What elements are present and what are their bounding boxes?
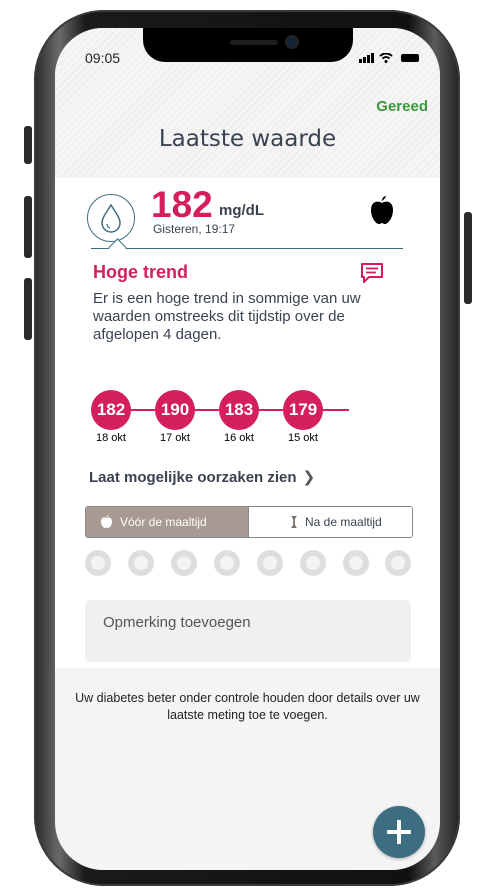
show-causes-link[interactable]: Laat mogelijke oorzaken zien ❯ [89,468,315,486]
show-causes-label: Laat mogelijke oorzaken zien [89,469,297,486]
trend-date-3: 16 okt [224,432,254,444]
info-text: Uw diabetes beter onder controle houden … [75,691,420,722]
note-field[interactable]: Opmerking toevoegen [85,600,411,662]
trend-value-2: 190 [155,390,195,430]
activity-icon[interactable] [85,550,111,576]
trend-value-4: 179 [283,390,323,430]
signal-icon [359,52,374,63]
glucose-value: 182 [151,184,213,225]
meal-toggle: Vóór de maaltijd Na de maaltijd [85,506,413,538]
divider [91,248,403,249]
before-meal-label: Vóór de maaltijd [120,515,207,529]
notch [143,28,353,62]
page-title: Laatste waarde [158,126,337,152]
sick-icon[interactable] [343,550,369,576]
power-button [464,212,472,304]
add-button[interactable] [373,806,425,858]
trend-date-1: 18 okt [96,432,126,444]
trend-description: Er is een hoge trend in sommige van uw w… [93,290,361,343]
after-meal-option[interactable]: Na de maaltijd [248,507,412,537]
glucose-unit: mg/dL [219,202,264,219]
apple-core-icon [291,516,297,528]
after-meal-label: Na de maaltijd [305,515,382,529]
note-placeholder: Opmerking toevoegen [103,614,251,631]
tag-icons [85,550,411,586]
trend-date-2: 17 okt [160,432,190,444]
blood-drop-icon [87,194,135,242]
bottle-icon[interactable] [300,550,326,576]
reading-timestamp: Gisteren, 19:17 [153,222,236,236]
volume-down-button [24,278,32,340]
trend-value-3: 183 [219,390,259,430]
apple-icon [101,515,112,528]
bandage-icon[interactable] [257,550,283,576]
mute-switch [24,126,32,164]
trend-history: 182 190 183 179 18 okt 17 okt 16 okt 15 … [91,390,349,444]
trend-value-1: 182 [91,390,131,430]
status-icons [359,50,419,64]
apple-icon[interactable] [370,196,394,229]
sad-icon[interactable] [214,550,240,576]
volume-up-button [24,196,32,258]
wifi-icon [379,52,393,63]
header: 09:05 Gereed Laatste waarde [55,28,440,178]
stressed-icon[interactable] [385,550,411,576]
chevron-right-icon: ❯ [302,469,316,486]
drink-icon[interactable] [171,550,197,576]
trend-title: Hoge trend [93,262,189,282]
speaker [230,40,278,45]
reading-card: 182 mg/dL Gisteren, 19:17 Hoge trend Er … [55,178,440,668]
battery-icon [400,53,419,62]
message-icon[interactable] [360,262,384,289]
done-button[interactable]: Gereed [376,98,428,115]
front-camera [287,37,297,47]
trend-date-4: 15 okt [288,432,318,444]
app-screen: 09:05 Gereed Laatste waarde 182 mg/dL Gi… [55,28,440,870]
before-meal-option[interactable]: Vóór de maaltijd [86,507,248,537]
medication-icon[interactable] [128,550,154,576]
status-time: 09:05 [85,50,121,66]
